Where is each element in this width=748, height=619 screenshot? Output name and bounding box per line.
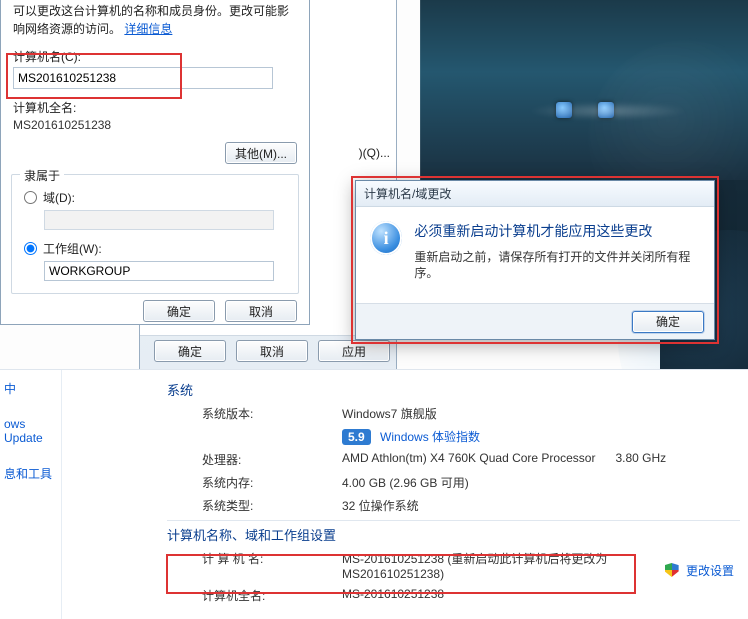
computer-name-label: 计算机名(C): (13, 48, 297, 65)
shield-icon (665, 563, 679, 577)
domain-radio-label: 域(D): (43, 189, 75, 206)
msg-ok-button[interactable]: 确定 (632, 311, 704, 333)
sysprop-ok-button[interactable]: 确定 (154, 340, 226, 362)
restart-required-dialog: 计算机名/域更改 i 必须重新启动计算机才能应用这些更改 重新启动之前，请保存所… (355, 180, 715, 340)
msg-title: 计算机名/域更改 (356, 181, 714, 207)
system-control-panel: 中 ows Update 息和工具 系统 系统版本: Windows7 旗舰版 … (0, 369, 748, 619)
member-of-group: 隶属于 域(D): 工作组(W): (11, 174, 299, 294)
domain-radio[interactable] (24, 191, 37, 204)
edition-label: 系统版本: (202, 405, 342, 422)
sysprop-cancel-button[interactable]: 取消 (236, 340, 308, 362)
full-name-value: MS-201610251238 (342, 587, 740, 604)
dlg-cancel-button[interactable]: 取消 (225, 300, 297, 322)
workgroup-radio[interactable] (24, 242, 37, 255)
edition-value: Windows7 旗舰版 (342, 405, 740, 422)
section-system-title: 系统 (167, 380, 740, 399)
domain-input (44, 210, 274, 230)
computer-name-value: MS-201610251238 (重新启动此计算机后将更改为 MS2016102… (342, 550, 662, 581)
workgroup-radio-label: 工作组(W): (43, 240, 102, 257)
wei-score-badge: 5.9 (342, 429, 371, 445)
sysprop-apply-button[interactable]: 应用 (318, 340, 390, 362)
computer-name-change-dialog: 可以更改这台计算机的名称和成员身份。更改可能影响网络资源的访问。 详细信息 计算… (0, 0, 310, 325)
section-name-title: 计算机名称、域和工作组设置 (167, 525, 740, 544)
aero-header (420, 0, 748, 180)
sysprop-network-id-button[interactable]: (Q)... (359, 146, 390, 160)
left-nav: 中 ows Update 息和工具 (0, 370, 62, 619)
msg-headline: 必须重新启动计算机才能应用这些更改 (414, 221, 700, 241)
full-name-label: 计算机全名: (202, 587, 342, 604)
ram-value: 4.00 GB (2.96 GB 可用) (342, 474, 740, 491)
cpu-label: 处理器: (202, 451, 342, 468)
dialog-description: 可以更改这台计算机的名称和成员身份。更改可能影响网络资源的访问。 详细信息 (13, 2, 297, 38)
change-settings-link[interactable]: 更改设置 (686, 564, 734, 578)
member-of-legend: 隶属于 (20, 167, 64, 184)
workgroup-radio-row[interactable]: 工作组(W): (24, 240, 286, 257)
dlg-ok-button[interactable]: 确定 (143, 300, 215, 322)
leftnav-item[interactable]: 中 (0, 370, 61, 407)
info-icon: i (370, 221, 402, 255)
wei-link[interactable]: Windows 体验指数 (380, 430, 480, 444)
full-name-label: 计算机全名: (13, 99, 297, 116)
leftnav-item[interactable]: 息和工具 (0, 455, 61, 492)
full-name-value: MS201610251238 (13, 118, 297, 132)
other-button[interactable]: 其他(M)... (225, 142, 297, 164)
leftnav-item[interactable]: ows Update (0, 407, 61, 455)
domain-radio-row[interactable]: 域(D): (24, 189, 286, 206)
obscured-text (528, 102, 688, 120)
computer-name-label: 计 算 机 名: (202, 550, 342, 581)
workgroup-input[interactable] (44, 261, 274, 281)
cpu-value: AMD Athlon(tm) X4 760K Quad Core Process… (342, 451, 740, 468)
msg-subtext: 重新启动之前，请保存所有打开的文件并关闭所有程序。 (414, 249, 700, 281)
systype-value: 32 位操作系统 (342, 497, 740, 514)
details-link[interactable]: 详细信息 (124, 22, 172, 36)
computer-name-input[interactable] (13, 67, 273, 89)
ram-label: 系统内存: (202, 474, 342, 491)
systype-label: 系统类型: (202, 497, 342, 514)
